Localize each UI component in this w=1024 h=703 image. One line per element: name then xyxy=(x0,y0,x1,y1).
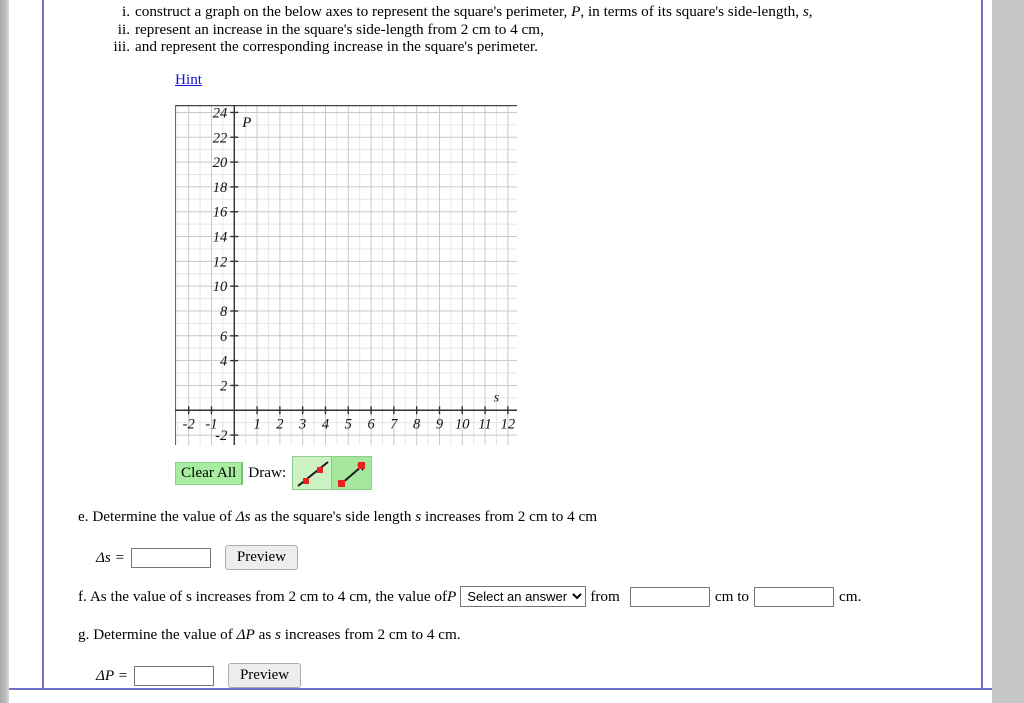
question-g-suffix-a: as xyxy=(254,626,276,643)
x-tick-label: 9 xyxy=(436,416,444,432)
page-left-shadow xyxy=(0,0,9,703)
question-f-cm-to-label: cm to xyxy=(714,587,750,605)
y-tick-label: 12 xyxy=(213,254,228,270)
instruction-item-ii: ii. represent an increase in the square's… xyxy=(104,21,934,39)
x-tick-label: 2 xyxy=(276,416,283,432)
instruction-item-i: i. construct a graph on the below axes to… xyxy=(104,3,934,21)
hint-link[interactable]: Hint xyxy=(175,71,202,89)
value-to-input[interactable] xyxy=(754,586,835,607)
y-tick-label: 6 xyxy=(220,329,228,345)
preview-button-e[interactable]: Preview xyxy=(224,545,299,570)
y-tick-label: 16 xyxy=(213,205,228,221)
preview-button-g[interactable]: Preview xyxy=(227,663,302,688)
question-g-answer-row: ΔP = Preview xyxy=(96,663,302,688)
instruction-list: i. construct a graph on the below axes to… xyxy=(104,3,934,56)
instruction-numeral: i. xyxy=(121,3,130,20)
answer-select-dropdown[interactable]: Select an answer xyxy=(460,586,587,607)
clear-all-button[interactable]: Clear All xyxy=(175,461,244,485)
x-tick-label: 12 xyxy=(501,416,516,432)
question-f-from-label: from xyxy=(590,587,620,605)
y-tick-label: 20 xyxy=(213,155,228,171)
delta-s-equals-label: Δs = xyxy=(96,548,125,566)
page-bottom-rule xyxy=(9,688,992,690)
x-tick-label: 10 xyxy=(455,416,470,432)
question-e-suffix-a: as the square's side length xyxy=(250,508,416,525)
x-tick-label: 6 xyxy=(367,416,375,432)
instruction-text: and represent the corresponding increase… xyxy=(135,38,538,55)
line-segment-icon xyxy=(297,461,329,487)
value-from-input[interactable] xyxy=(629,586,710,607)
draw-label: Draw: xyxy=(248,464,287,481)
question-e-prefix: e. Determine the value of xyxy=(78,508,236,525)
y-tick-label: 14 xyxy=(213,230,228,246)
delta-s-input[interactable] xyxy=(130,547,211,568)
y-tick-label: 4 xyxy=(220,354,227,370)
variable-p: P xyxy=(447,587,457,605)
instruction-numeral: ii. xyxy=(117,20,130,38)
delta-p-equals-label: ΔP = xyxy=(96,666,128,684)
y-tick-label: 2 xyxy=(220,378,227,394)
question-e-text: e. Determine the value of Δs as the squa… xyxy=(78,508,597,526)
instruction-item-iii: iii. and represent the corresponding incr… xyxy=(104,38,934,56)
delta-s-symbol: Δs xyxy=(235,508,251,525)
question-g-suffix-b: increases from 2 cm to 4 cm. xyxy=(280,626,461,643)
x-tick-label: 11 xyxy=(478,416,491,432)
x-tick-label: 4 xyxy=(322,416,329,432)
x-tick-label: -1 xyxy=(205,416,217,432)
question-g-prefix: g. Determine the value of xyxy=(78,626,237,643)
instruction-text-mid: , in terms of its square's side-length, xyxy=(580,3,803,20)
y-tick-label: 24 xyxy=(213,105,228,121)
vector-arrow-tool-button[interactable] xyxy=(332,456,373,490)
variable-p: P xyxy=(571,3,581,20)
question-f-row: f. As the value of s increases from 2 cm… xyxy=(78,586,866,607)
delta-p-input[interactable] xyxy=(133,665,214,686)
x-tick-label: -2 xyxy=(183,416,195,432)
instruction-text: represent an increase in the square's si… xyxy=(135,20,544,38)
x-tick-label: 5 xyxy=(345,416,352,432)
x-tick-label: 8 xyxy=(413,416,421,432)
page-right-rule xyxy=(981,0,983,690)
y-tick-label: 8 xyxy=(220,304,228,320)
y-tick-label: 18 xyxy=(213,180,228,196)
question-f-prefix: f. As the value of s increases from 2 cm… xyxy=(78,587,448,605)
graph-svg[interactable]: 24222018161412108642-2-2 -1 1 2 3 4 5 6 7 8 9 10 11 1… xyxy=(175,105,517,445)
coordinate-graph[interactable]: 24 22 20 18 16 14 12 10 8 6 4 2 -2 -2 -1 1 2 3 4 5 6 7 8 9 10 11 1… xyxy=(175,105,517,445)
x-axis-variable-label: s xyxy=(494,390,500,405)
y-axis-variable-label: P xyxy=(241,115,251,131)
question-g-text: g. Determine the value of ΔP as s increa… xyxy=(78,626,461,644)
question-f-cm-label: cm. xyxy=(839,587,862,605)
instruction-text: construct a graph on the below axes to r… xyxy=(135,3,572,20)
line-segment-tool-button[interactable] xyxy=(292,456,333,490)
graph-toolbar: Clear All Draw: xyxy=(175,455,373,491)
worksheet-content: i. construct a graph on the below axes to… xyxy=(44,0,981,688)
vector-arrow-icon xyxy=(338,462,366,487)
x-tick-label: 3 xyxy=(298,416,306,432)
x-tick-label: 1 xyxy=(253,416,260,432)
instruction-text-after: , xyxy=(808,3,813,20)
x-tick-label: 7 xyxy=(390,416,398,432)
question-e-answer-row: Δs = Preview xyxy=(96,545,299,570)
y-tick-label: 22 xyxy=(213,130,228,146)
delta-p-symbol: ΔP xyxy=(236,626,255,643)
question-e-suffix-b: increases from 2 cm to 4 cm xyxy=(421,508,598,525)
page-right-background xyxy=(992,0,1024,703)
y-tick-label: 10 xyxy=(213,279,228,295)
instruction-numeral: iii. xyxy=(113,38,130,55)
